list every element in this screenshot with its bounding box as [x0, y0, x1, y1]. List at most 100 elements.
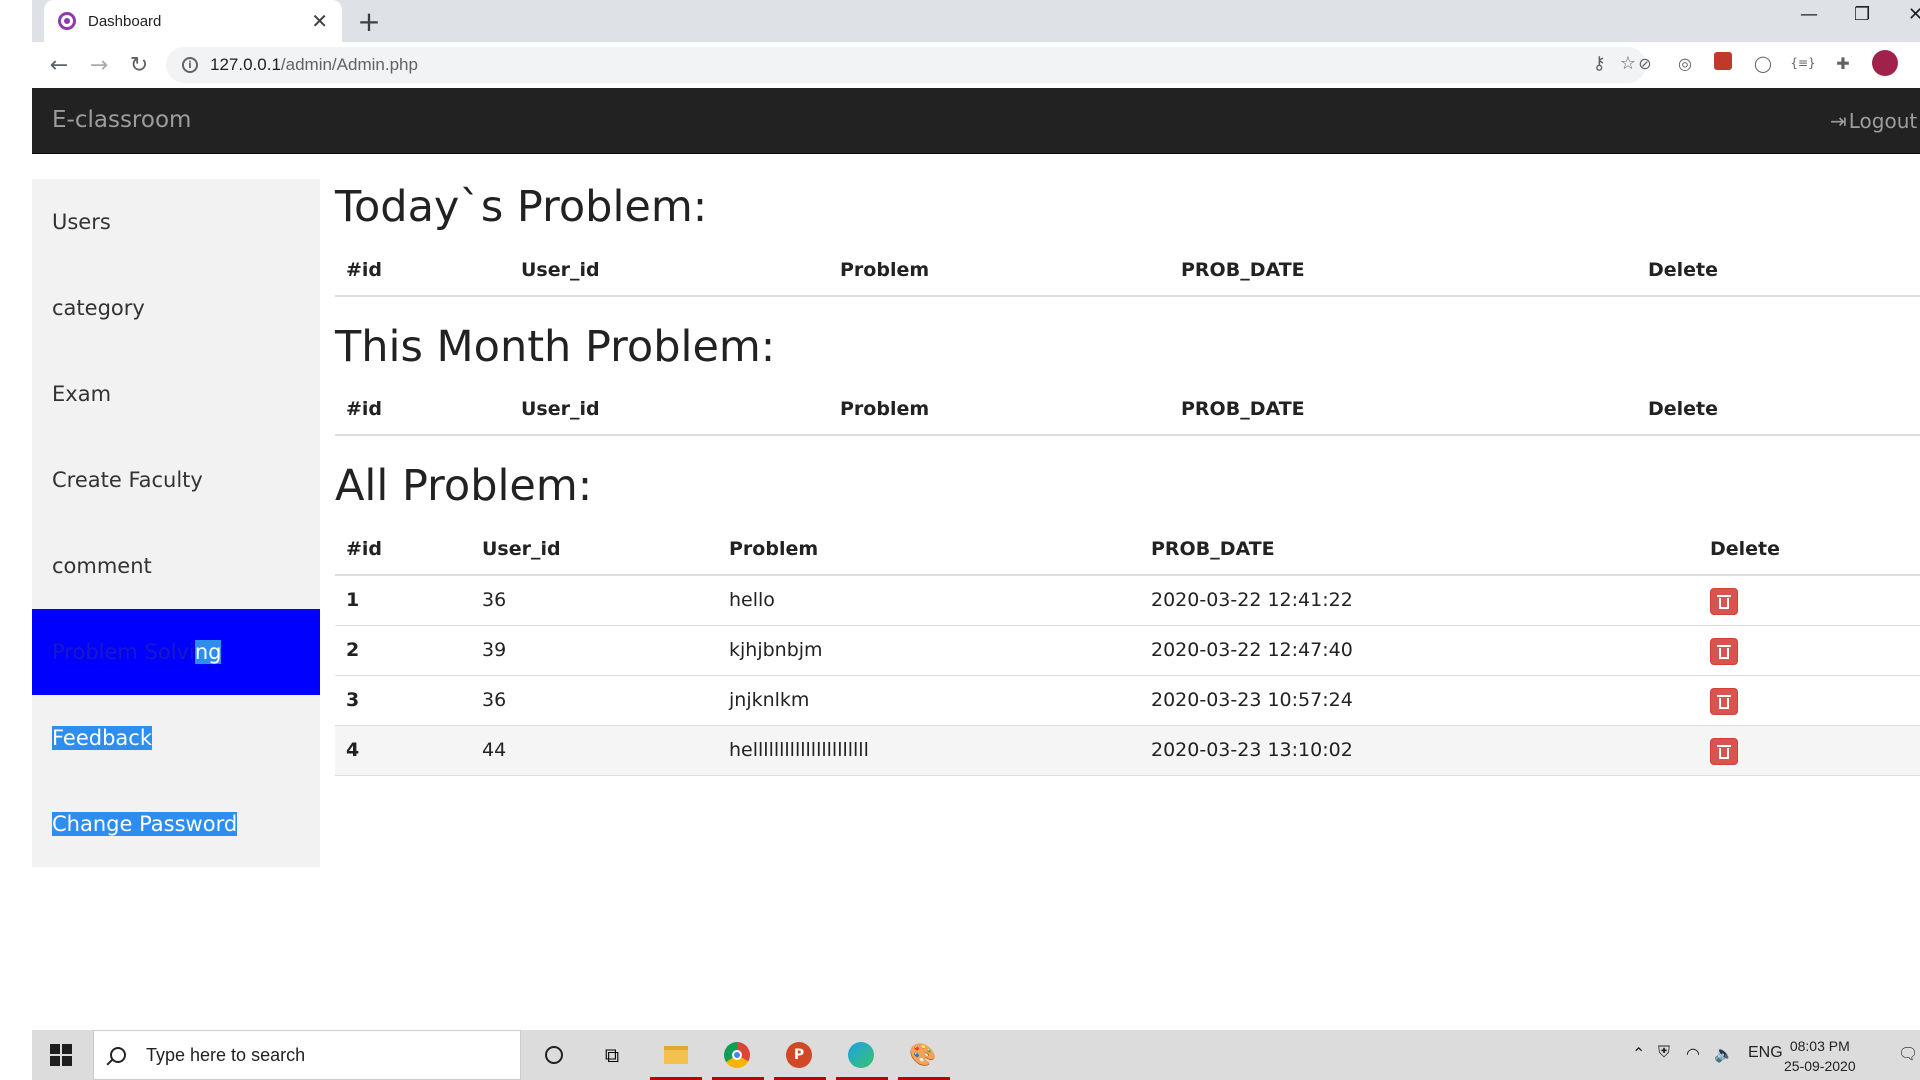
back-icon[interactable]: ← [44, 50, 74, 80]
search-icon [110, 1047, 126, 1063]
notifications-icon[interactable]: 🗨 [1898, 1044, 1918, 1064]
cell-id: 2 [346, 639, 360, 661]
address-bar[interactable]: i 127.0.0.1/admin/Admin.php ⚷ ☆ [166, 47, 1646, 83]
tab-title: Dashboard [88, 12, 162, 30]
forward-icon[interactable]: → [84, 50, 114, 80]
cell-problem: jnjknlkm [729, 689, 810, 711]
col-prob-date: PROB_DATE [1181, 398, 1305, 420]
paint-icon[interactable]: 🎨 [907, 1039, 939, 1071]
cell-problem: kjhjbnbjm [729, 639, 823, 661]
volume-icon[interactable]: 🔈 [1714, 1044, 1734, 1064]
powerpoint-icon[interactable]: P [783, 1039, 815, 1071]
sidebar-item-exam[interactable]: Exam [32, 351, 320, 437]
logout-icon: ⇥ [1830, 109, 1847, 133]
profile-avatar[interactable] [1872, 50, 1898, 76]
trash-icon [1717, 694, 1731, 709]
restore-icon[interactable]: ❐ [1854, 4, 1870, 25]
sidebar-item-comment[interactable]: comment [32, 523, 320, 609]
sidebar-item-label: Problem Solvi [52, 640, 195, 664]
delete-button[interactable] [1710, 688, 1738, 715]
new-tab-button[interactable]: + [352, 4, 386, 38]
trash-icon [1717, 644, 1731, 659]
puzzle-icon[interactable]: ✚ [1832, 52, 1854, 74]
site-info-icon[interactable]: i [182, 57, 198, 73]
logout-label: Logout [1848, 109, 1918, 133]
cell-user-id: 39 [482, 639, 507, 661]
cell-id: 3 [346, 689, 360, 711]
trash-icon [1717, 744, 1731, 759]
table-row: 3 36 jnjknlkm 2020-03-23 10:57:24 [335, 676, 1920, 726]
sidebar-item-problem-solving[interactable]: Problem Solvi ng [32, 609, 320, 695]
task-view-icon[interactable]: ⧉ [596, 1039, 628, 1071]
search-placeholder: Type here to search [146, 1044, 306, 1065]
sidebar-item-label: Create Faculty [52, 468, 203, 492]
file-explorer-icon[interactable] [660, 1039, 692, 1071]
sidebar-item-users[interactable]: Users [32, 179, 320, 265]
key-icon[interactable]: ⚷ [1593, 53, 1606, 74]
cell-prob-date: 2020-03-22 12:41:22 [1151, 589, 1353, 611]
month-problem-title: This Month Problem: [335, 322, 776, 372]
red-extension-icon[interactable] [1714, 52, 1732, 70]
cell-user-id: 36 [482, 589, 507, 611]
cell-prob-date: 2020-03-23 10:57:24 [1151, 689, 1353, 711]
all-problem-title: All Problem: [335, 461, 593, 511]
col-id: #id [346, 398, 383, 420]
delete-button[interactable] [1710, 638, 1738, 665]
cell-problem: hello [729, 589, 775, 611]
col-problem: Problem [840, 398, 930, 420]
cell-problem: hellllllllllllllllllllll [729, 739, 869, 761]
taskbar-search-box[interactable]: Type here to search [93, 1030, 521, 1080]
all-table-header: #id User_id Problem PROB_DATE Delete [335, 524, 1920, 576]
app-navbar: E-classroom ⇥ Logout [32, 88, 1920, 154]
col-id: #id [346, 538, 383, 560]
extension-icon[interactable]: ◎ [1674, 52, 1696, 74]
logout-link[interactable]: ⇥ Logout [1830, 109, 1917, 133]
sidebar-item-label: Feedback [52, 726, 153, 750]
col-delete: Delete [1710, 538, 1781, 560]
wifi-icon[interactable]: ◠ [1686, 1044, 1700, 1064]
language-indicator[interactable]: ENG [1748, 1044, 1783, 1062]
sidebar-item-change-password[interactable]: Change Password [32, 781, 320, 867]
col-prob-date: PROB_DATE [1151, 538, 1275, 560]
circle-extension-icon[interactable]: ◯ [1752, 52, 1774, 74]
sidebar-item-feedback[interactable]: Feedback [32, 695, 320, 781]
delete-button[interactable] [1710, 738, 1738, 765]
cortana-icon[interactable] [538, 1039, 570, 1071]
col-problem: Problem [729, 538, 819, 560]
tab-close-icon[interactable]: ✕ [311, 9, 328, 33]
tray-chevron-icon[interactable]: ⌃ [1632, 1044, 1645, 1064]
sidebar-item-label: category [52, 296, 145, 320]
reload-icon[interactable]: ↻ [124, 50, 154, 80]
cell-prob-date: 2020-03-22 12:47:40 [1151, 639, 1353, 661]
minimize-icon[interactable]: — [1800, 4, 1818, 25]
cell-user-id: 44 [482, 739, 507, 761]
cell-user-id: 36 [482, 689, 507, 711]
sidebar-item-category[interactable]: category [32, 265, 320, 351]
site-favicon-icon [58, 12, 76, 30]
block-extension-icon[interactable]: ⊘ [1634, 52, 1656, 74]
windows-start-icon[interactable] [50, 1044, 72, 1066]
sidebar-item-label: Exam [52, 382, 112, 406]
browser-tab[interactable]: Dashboard ✕ [44, 0, 342, 42]
col-id: #id [346, 259, 383, 281]
today-problem-title: Today`s Problem: [335, 182, 708, 232]
security-shield-icon[interactable]: ⛨ [1658, 1044, 1670, 1062]
cell-id: 4 [346, 739, 360, 761]
sidebar-item-label: comment [52, 554, 152, 578]
sidebar-item-create-faculty[interactable]: Create Faculty [32, 437, 320, 523]
close-window-icon[interactable]: ✕ [1908, 4, 1920, 25]
json-extension-icon[interactable]: {≡} [1790, 52, 1815, 74]
chrome-icon[interactable] [721, 1039, 753, 1071]
clock-time: 08:03 PM [1789, 1038, 1850, 1054]
table-row: 2 39 kjhjbnbjm 2020-03-22 12:47:40 [335, 626, 1920, 676]
taskbar-clock[interactable]: 08:03 PM 25-09-2020 [1784, 1036, 1856, 1076]
cell-id: 1 [346, 589, 360, 611]
edge-icon[interactable] [845, 1039, 877, 1071]
month-table-header: #id User_id Problem PROB_DATE Delete [335, 384, 1920, 436]
brand-title[interactable]: E-classroom [52, 107, 191, 133]
col-user-id: User_id [521, 398, 600, 420]
cell-prob-date: 2020-03-23 13:10:02 [1151, 739, 1353, 761]
delete-button[interactable] [1710, 588, 1738, 615]
col-delete: Delete [1648, 259, 1719, 281]
trash-icon [1717, 594, 1731, 609]
